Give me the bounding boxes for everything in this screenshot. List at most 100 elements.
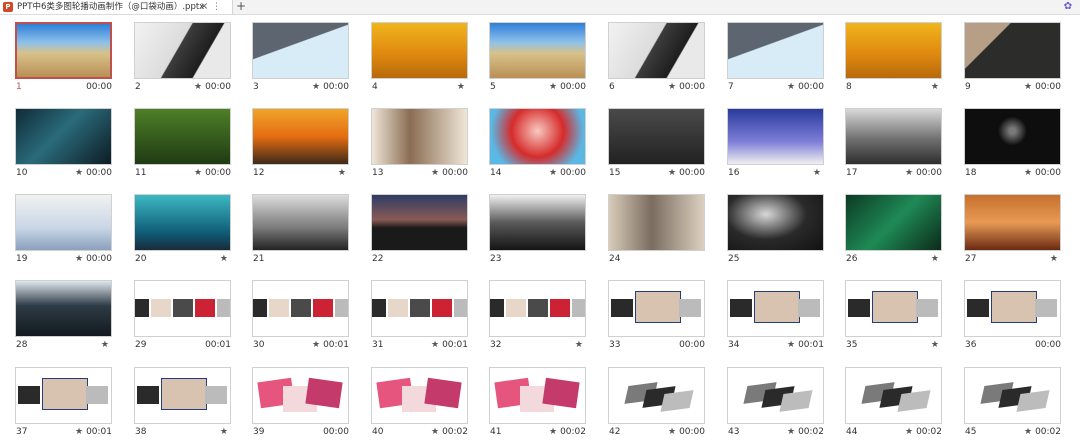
slide-preview[interactable]: [134, 280, 231, 337]
slide-thumbnail-44[interactable]: 44 ★ 00:02: [845, 359, 943, 445]
slide-preview[interactable]: [371, 194, 468, 251]
slide-preview[interactable]: [15, 280, 112, 337]
slide-preview[interactable]: [15, 367, 112, 424]
slide-thumbnail-30[interactable]: 30 ★ 00:01: [252, 272, 350, 358]
slide-preview[interactable]: [134, 22, 231, 79]
slide-timing: 00:00: [1035, 168, 1061, 178]
slide-preview[interactable]: [727, 367, 824, 424]
extension-icon[interactable]: ✿: [1062, 1, 1074, 13]
slide-thumbnail-35[interactable]: 35 ★: [845, 272, 943, 358]
add-tab-button[interactable]: +: [236, 0, 246, 14]
slide-thumbnail-13[interactable]: 13 ★ 00:00: [371, 100, 469, 186]
slide-thumbnail-31[interactable]: 31 ★ 00:01: [371, 272, 469, 358]
slide-preview[interactable]: [371, 280, 468, 337]
slide-preview[interactable]: [252, 108, 349, 165]
animation-star-icon: ★: [812, 168, 821, 178]
slide-preview[interactable]: [489, 367, 586, 424]
slide-preview[interactable]: [134, 194, 231, 251]
slide-preview[interactable]: [371, 367, 468, 424]
slide-thumbnail-43[interactable]: 43 ★ 00:02: [727, 359, 825, 445]
slide-preview[interactable]: [964, 280, 1061, 337]
slide-thumbnail-32[interactable]: 32 ★: [489, 272, 587, 358]
slide-thumbnail-9[interactable]: 9 ★ 00:00: [964, 14, 1062, 100]
slide-preview[interactable]: [252, 280, 349, 337]
slide-thumbnail-28[interactable]: 28 ★: [15, 272, 113, 358]
slide-thumbnail-15[interactable]: 15 ★ 00:00: [608, 100, 706, 186]
slide-thumbnail-25[interactable]: 25: [727, 186, 825, 272]
slide-thumbnail-34[interactable]: 34 ★ 00:01: [727, 272, 825, 358]
slide-preview[interactable]: [608, 367, 705, 424]
slide-thumbnail-3[interactable]: 3 ★ 00:00: [252, 14, 350, 100]
slide-preview[interactable]: [845, 108, 942, 165]
slide-preview[interactable]: [489, 108, 586, 165]
slide-preview[interactable]: [727, 280, 824, 337]
slide-preview[interactable]: [845, 280, 942, 337]
slide-thumbnail-20[interactable]: 20 ★: [134, 186, 232, 272]
slide-thumbnail-41[interactable]: 41 ★ 00:02: [489, 359, 587, 445]
slide-thumbnail-5[interactable]: 5 ★ 00:00: [489, 14, 587, 100]
slide-preview[interactable]: [371, 108, 468, 165]
slide-thumbnail-21[interactable]: 21: [252, 186, 350, 272]
slide-preview[interactable]: [964, 194, 1061, 251]
slide-thumbnail-27[interactable]: 27 ★: [964, 186, 1062, 272]
slide-preview[interactable]: [252, 367, 349, 424]
slide-thumbnail-33[interactable]: 33 00:00: [608, 272, 706, 358]
document-tab[interactable]: P PPT中6类多图轮播动画制作（@口袋动画）.pptx × ⋮: [0, 0, 233, 14]
slide-thumbnail-38[interactable]: 38 ★: [134, 359, 232, 445]
slide-preview[interactable]: [608, 108, 705, 165]
slide-thumbnail-16[interactable]: 16 ★: [727, 100, 825, 186]
strip-image: [454, 299, 467, 317]
slide-preview[interactable]: [134, 367, 231, 424]
slide-thumbnail-4[interactable]: 4 ★: [371, 14, 469, 100]
slide-preview[interactable]: [252, 22, 349, 79]
slide-thumbnail-7[interactable]: 7 ★ 00:00: [727, 14, 825, 100]
slide-thumbnail-11[interactable]: 11 ★ 00:00: [134, 100, 232, 186]
slide-thumbnail-36[interactable]: 36 00:00: [964, 272, 1062, 358]
slide-preview[interactable]: [608, 194, 705, 251]
slide-thumbnail-8[interactable]: 8 ★: [845, 14, 943, 100]
slide-thumbnail-37[interactable]: 37 ★ 00:01: [15, 359, 113, 445]
slide-preview[interactable]: [727, 194, 824, 251]
slide-preview[interactable]: [252, 194, 349, 251]
slide-thumbnail-12[interactable]: 12 ★: [252, 100, 350, 186]
slide-meta: ★: [220, 426, 231, 438]
slide-preview[interactable]: [371, 22, 468, 79]
slide-preview[interactable]: [964, 108, 1061, 165]
slide-thumbnail-23[interactable]: 23: [489, 186, 587, 272]
slide-thumbnail-14[interactable]: 14 ★ 00:00: [489, 100, 587, 186]
slide-thumbnail-2[interactable]: 2 ★ 00:00: [134, 14, 232, 100]
slide-preview[interactable]: [489, 194, 586, 251]
slide-preview[interactable]: [845, 367, 942, 424]
slide-preview[interactable]: [608, 280, 705, 337]
slide-preview[interactable]: [15, 108, 112, 165]
slide-preview[interactable]: [964, 22, 1061, 79]
slide-preview[interactable]: [845, 194, 942, 251]
slide-thumbnail-22[interactable]: 22: [371, 186, 469, 272]
slide-thumbnail-10[interactable]: 10 ★ 00:00: [15, 100, 113, 186]
slide-thumbnail-17[interactable]: 17 ★ 00:00: [845, 100, 943, 186]
slide-preview[interactable]: [845, 22, 942, 79]
slide-preview[interactable]: [489, 280, 586, 337]
slide-preview[interactable]: [134, 108, 231, 165]
slide-thumbnail-6[interactable]: 6 ★ 00:00: [608, 14, 706, 100]
slide-thumbnail-40[interactable]: 40 ★ 00:02: [371, 359, 469, 445]
animation-star-icon: ★: [574, 340, 583, 350]
slide-thumbnail-26[interactable]: 26 ★: [845, 186, 943, 272]
more-icon[interactable]: ⋮: [212, 0, 221, 14]
slide-preview[interactable]: [489, 22, 586, 79]
slide-preview[interactable]: [727, 108, 824, 165]
slide-thumbnail-45[interactable]: 45 ★ 00:02: [964, 359, 1062, 445]
slide-thumbnail-42[interactable]: 42 ★ 00:00: [608, 359, 706, 445]
slide-preview[interactable]: [964, 367, 1061, 424]
slide-thumbnail-1[interactable]: 1 00:00: [15, 14, 113, 100]
slide-preview[interactable]: [15, 22, 112, 79]
slide-preview[interactable]: [608, 22, 705, 79]
slide-preview[interactable]: [15, 194, 112, 251]
slide-preview[interactable]: [727, 22, 824, 79]
close-icon[interactable]: ×: [200, 0, 208, 14]
slide-thumbnail-19[interactable]: 19 ★ 00:00: [15, 186, 113, 272]
slide-thumbnail-29[interactable]: 29 00:01: [134, 272, 232, 358]
slide-thumbnail-39[interactable]: 39 00:00: [252, 359, 350, 445]
slide-thumbnail-24[interactable]: 24: [608, 186, 706, 272]
slide-thumbnail-18[interactable]: 18 ★ 00:00: [964, 100, 1062, 186]
